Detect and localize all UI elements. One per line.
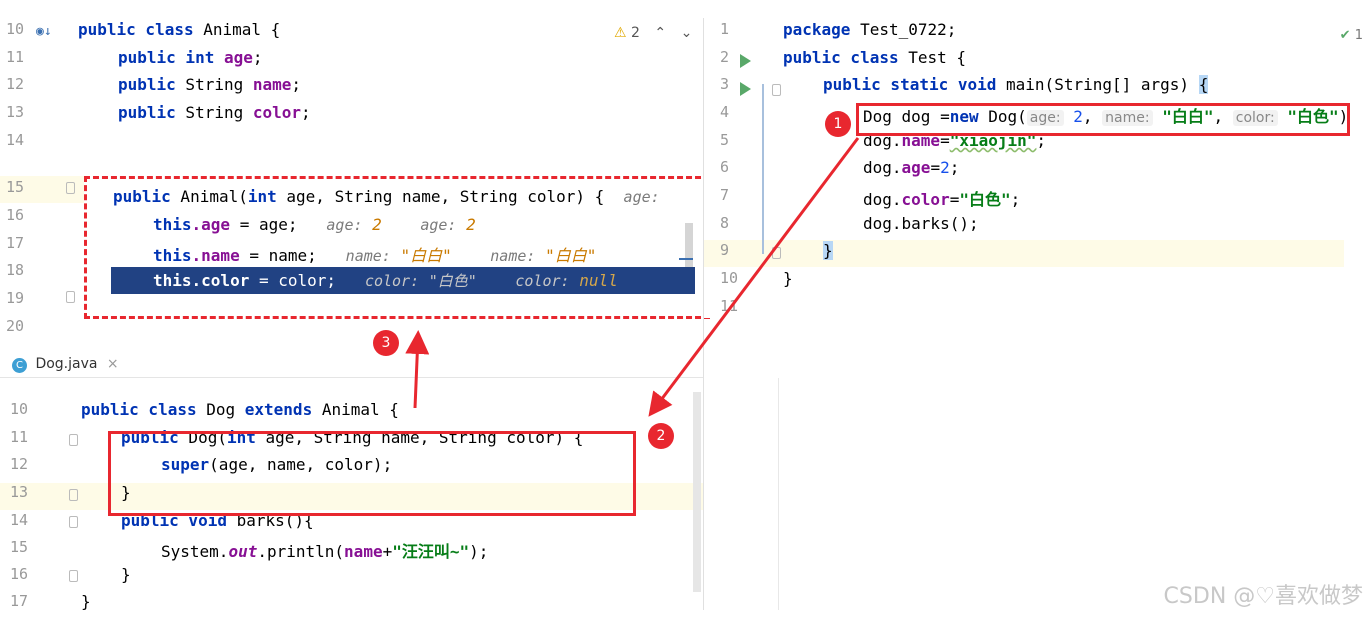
scroll-marker [679, 258, 693, 260]
line-number: 11 [720, 297, 739, 315]
line-number: 16 [10, 565, 29, 583]
code-line: public static void main(String[] args) { [823, 75, 1209, 94]
run-icon[interactable] [740, 82, 751, 96]
warning-icon: ⚠ [614, 25, 627, 41]
code-line: dog.age=2; [863, 158, 960, 177]
line-number: 1 [720, 20, 730, 38]
line-number: 17 [10, 592, 29, 610]
code-line: package Test_0722; [783, 20, 957, 39]
line-number: 16 [6, 206, 25, 224]
fold-icon[interactable] [69, 516, 78, 528]
run-icon[interactable] [740, 54, 751, 68]
current-line-highlight [704, 240, 1344, 267]
line-number: 11 [6, 48, 25, 66]
code-line: this.age = age; age: 2 age: 2 [153, 215, 476, 234]
fold-icon[interactable] [66, 182, 75, 194]
line-number: 10 [10, 400, 29, 418]
inspection-indicator[interactable]: ✔ 1 [1340, 28, 1363, 43]
fold-icon[interactable] [772, 84, 781, 96]
line-number: 8 [720, 214, 730, 232]
fold-icon[interactable] [69, 489, 78, 501]
line-number: 12 [10, 455, 29, 473]
code-line: } [783, 269, 793, 288]
step-badge-1: 1 [825, 111, 851, 137]
tab-divider [0, 377, 703, 378]
code-line: public class Test { [783, 48, 967, 67]
line-number: 18 [6, 261, 25, 279]
code-line: this.color = color; color: "白色" color: n… [153, 271, 618, 290]
code-line: } [81, 592, 91, 610]
fold-icon[interactable] [772, 247, 781, 259]
constructor-popup: public Animal(int age, String name, Stri… [84, 176, 710, 319]
code-line: public class Dog extends Animal { [81, 400, 399, 419]
fold-icon[interactable] [69, 434, 78, 446]
fold-icon[interactable] [69, 570, 78, 582]
test-editor: ✔ 1 1 package Test_0722; 2 public class … [704, 18, 1371, 318]
line-number: 4 [720, 103, 730, 121]
line-number: 11 [10, 428, 29, 446]
code-line: public class Animal { [78, 20, 281, 39]
code-line: public int age; [118, 48, 263, 67]
fold-icon[interactable] [66, 291, 75, 303]
scope-indicator [762, 84, 764, 254]
step-badge-2: 2 [648, 423, 674, 449]
line-number: 15 [6, 178, 25, 196]
line-number: 19 [6, 289, 25, 307]
watermark: CSDN @♡喜欢做梦 [1163, 584, 1363, 609]
scrollbar-thumb[interactable] [693, 392, 701, 592]
line-number: 13 [6, 103, 25, 121]
line-number: 14 [6, 131, 25, 149]
line-number: 12 [6, 75, 25, 93]
highlight-box-dog-constructor [108, 431, 636, 516]
line-number: 5 [720, 131, 730, 149]
warnings-indicator[interactable]: ⚠ 2 ⌃ ⌄ [614, 25, 692, 41]
code-line: } [823, 241, 833, 260]
line-number: 6 [720, 158, 730, 176]
close-icon[interactable]: × [107, 356, 119, 372]
tab-dog-java[interactable]: C Dog.java × [12, 356, 119, 373]
class-icon: C [12, 358, 27, 373]
code-line: this.name = name; name: "白白" name: "白白" [153, 246, 597, 265]
empty-gutter [704, 378, 779, 610]
code-line: dog.color="白色"; [863, 190, 1021, 209]
line-number: 15 [10, 538, 29, 556]
code-line: public String name; [118, 75, 302, 94]
line-number: 14 [10, 511, 29, 529]
override-icon[interactable]: ◉↓ [36, 24, 52, 39]
line-number: 13 [10, 483, 29, 501]
line-number: 17 [6, 234, 25, 252]
code-line: } [121, 565, 131, 584]
code-line: dog.barks(); [863, 214, 979, 233]
code-line: public String color; [118, 103, 311, 122]
line-number: 9 [720, 241, 730, 259]
scrollbar-thumb[interactable] [685, 223, 693, 267]
code-line: System.out.println(name+"汪汪叫~"); [161, 542, 489, 561]
code-line: public Animal(int age, String name, Stri… [113, 187, 660, 206]
line-number: 20 [6, 317, 25, 335]
line-number: 10 [720, 269, 739, 287]
chevron-up-icon[interactable]: ⌃ [654, 25, 666, 41]
line-number: 7 [720, 186, 730, 204]
chevron-down-icon[interactable]: ⌄ [681, 25, 693, 41]
highlight-box-constructor-call [856, 103, 1350, 136]
check-icon: ✔ [1339, 28, 1351, 43]
step-badge-3: 3 [373, 330, 399, 356]
